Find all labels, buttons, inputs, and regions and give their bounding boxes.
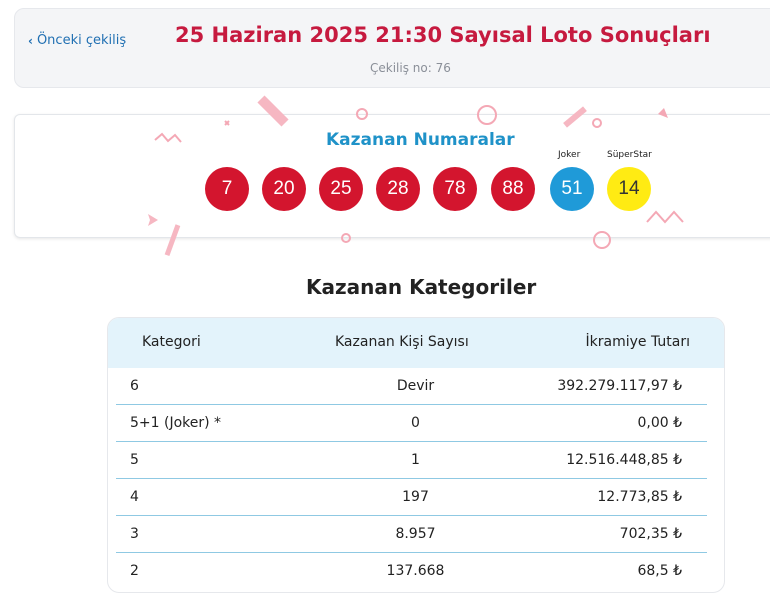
category-cell: 3 — [130, 526, 139, 542]
table-row: 6 Devir 392.279.117,97 ₺ — [108, 368, 724, 405]
table-row: 4 197 12.773,85 ₺ — [108, 479, 724, 516]
categories-title: Kazanan Kategoriler — [306, 275, 537, 299]
category-cell: 5+1 (Joker) * — [130, 415, 222, 431]
column-header-winners: Kazanan Kişi Sayısı — [335, 334, 469, 350]
table-header: Kategori Kazanan Kişi Sayısı İkramiye Tu… — [108, 318, 724, 368]
winning-number-ball: 28 — [376, 167, 420, 211]
winning-number-ball: 7 — [205, 167, 249, 211]
winners-cell: 8.957 — [395, 526, 436, 542]
table-row: 3 8.957 702,35 ₺ — [108, 516, 724, 553]
category-cell: 4 — [130, 489, 139, 505]
prize-cell: 68,5 ₺ — [637, 563, 682, 579]
winners-cell: 1 — [411, 452, 420, 468]
chevron-left-icon: ‹ — [28, 33, 33, 48]
previous-draw-link[interactable]: ‹ Önceki çekiliş — [28, 33, 126, 48]
prize-cell: 12.516.448,85 ₺ — [566, 452, 682, 468]
header-card: ‹ Önceki çekiliş 25 Haziran 2025 21:30 S… — [14, 8, 770, 88]
table-row: 5+1 (Joker) * 0 0,00 ₺ — [108, 405, 724, 442]
category-cell: 6 — [130, 378, 139, 394]
prize-cell: 12.773,85 ₺ — [597, 489, 682, 505]
categories-table: Kategori Kazanan Kişi Sayısı İkramiye Tu… — [107, 317, 725, 593]
table-row: 5 1 12.516.448,85 ₺ — [108, 442, 724, 479]
table-row: 2 137.668 68,5 ₺ — [108, 553, 724, 590]
draw-number: Çekiliş no: 76 — [370, 61, 451, 75]
prize-cell: 0,00 ₺ — [637, 415, 682, 431]
winners-cell: 137.668 — [386, 563, 445, 579]
winning-number-ball: 20 — [262, 167, 306, 211]
previous-draw-label: Önceki çekiliş — [36, 33, 127, 48]
page-title: 25 Haziran 2025 21:30 Sayısal Loto Sonuç… — [175, 23, 711, 47]
winners-cell: 0 — [411, 415, 420, 431]
column-header-prize: İkramiye Tutarı — [585, 334, 690, 350]
winning-numbers-title: Kazanan Numaralar — [326, 130, 515, 150]
winners-cell: Devir — [396, 378, 435, 394]
category-cell: 2 — [130, 563, 139, 579]
joker-label: Joker — [558, 150, 581, 160]
prize-cell: 702,35 ₺ — [619, 526, 682, 542]
column-header-category: Kategori — [142, 334, 201, 350]
category-cell: 5 — [130, 452, 139, 468]
winning-number-ball: 78 — [433, 167, 477, 211]
winning-number-ball: 25 — [319, 167, 363, 211]
winning-number-ball: 88 — [491, 167, 535, 211]
superstar-ball: 14 — [607, 167, 651, 211]
prize-cell: 392.279.117,97 ₺ — [557, 378, 682, 394]
superstar-label: SüperStar — [607, 150, 652, 160]
winners-cell: 197 — [402, 489, 429, 505]
joker-ball: 51 — [550, 167, 594, 211]
